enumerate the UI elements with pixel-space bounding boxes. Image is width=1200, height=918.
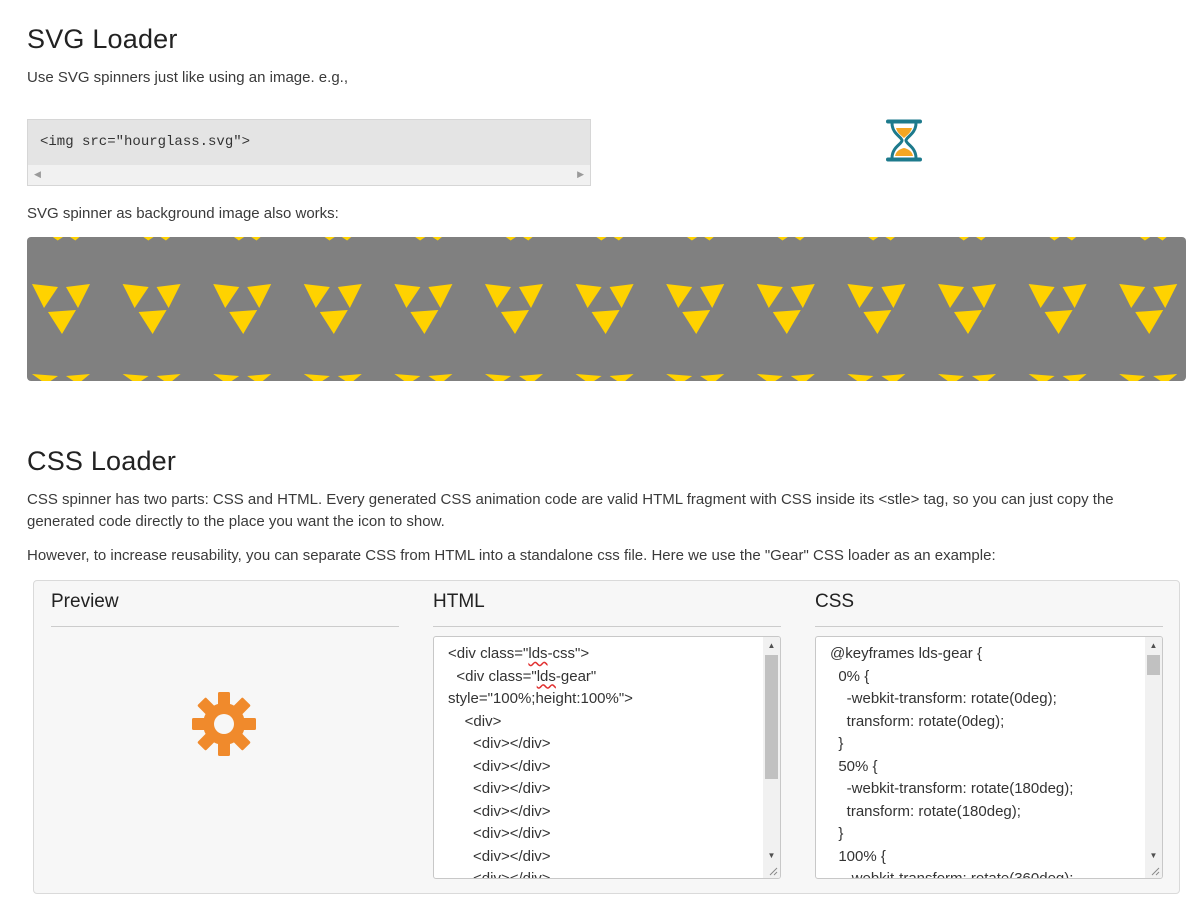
- scroll-left-icon[interactable]: ◀: [34, 169, 41, 180]
- triangle-spinner-partial: [1137, 237, 1170, 241]
- css-title: CSS: [815, 591, 855, 612]
- triangle-spinner-partial: [485, 374, 543, 381]
- code-line: style="100%;height:100%">: [448, 690, 633, 707]
- code-line: transform: rotate(180deg);: [830, 802, 1021, 820]
- triangle-spinner-partial: [32, 374, 90, 381]
- triangle-spinner-partial: [666, 374, 725, 381]
- code-line: <div></div>: [448, 847, 551, 865]
- code-line: }: [830, 735, 844, 752]
- resize-handle-icon[interactable]: [768, 866, 778, 876]
- code-sample-box[interactable]: <img src="hourglass.svg"> ◀ ▶: [27, 119, 591, 186]
- svg-loader-title: SVG Loader: [27, 24, 178, 54]
- triangle-spinner-partial: [1028, 374, 1087, 381]
- code-line: -webkit-transform: rotate(360deg);: [830, 870, 1074, 879]
- css-divider: [815, 626, 1163, 627]
- preview-title: Preview: [51, 591, 119, 612]
- triangle-spinner-partial: [684, 237, 717, 241]
- triangle-spinner-pattern: [32, 237, 1178, 381]
- triangle-spinner-partial: [938, 374, 996, 381]
- code-line: 50% {: [830, 757, 878, 775]
- code-sample: <img src="hourglass.svg">: [28, 120, 590, 165]
- triangle-spinner-partial: [122, 374, 181, 381]
- code-line: 0% {: [830, 667, 870, 685]
- triangle-spinner: [213, 284, 272, 334]
- gear-icon: [192, 692, 256, 756]
- code-line: <div class="lds-gear": [448, 667, 597, 685]
- triangle-spinner: [394, 284, 453, 334]
- svg-background-banner: [27, 237, 1186, 381]
- scroll-right-icon[interactable]: ▶: [577, 169, 584, 180]
- triangle-spinner-partial: [231, 237, 264, 241]
- triangle-spinner: [32, 284, 90, 334]
- code-line: <div></div>: [448, 757, 551, 775]
- triangle-spinner: [303, 284, 362, 334]
- triangle-spinner-partial: [412, 237, 445, 241]
- triangle-spinner-partial: [593, 237, 626, 241]
- css-code-text: @keyframes lds-gear { 0% { -webkit-trans…: [816, 637, 1140, 879]
- code-line: -webkit-transform: rotate(180deg);: [830, 780, 1074, 797]
- code-line: }: [830, 825, 844, 842]
- scroll-down-icon[interactable]: ▼: [763, 847, 780, 864]
- background-note: SVG spinner as background image also wor…: [27, 205, 339, 222]
- code-line: 100% {: [830, 847, 886, 865]
- scroll-down-icon[interactable]: ▼: [1145, 847, 1162, 864]
- triangle-spinner-partial: [213, 374, 272, 381]
- triangle-spinner-partial: [140, 237, 173, 241]
- triangle-spinner: [938, 284, 996, 334]
- triangle-spinner-partial: [956, 237, 988, 241]
- html-code-textarea[interactable]: <div class="lds-css"> <div class="lds-ge…: [433, 636, 781, 879]
- triangle-spinner: [1119, 284, 1178, 334]
- css-loader-demo-panel: Preview HTML <div class="lds-css"> <div …: [33, 580, 1180, 894]
- triangle-spinner-partial: [865, 237, 898, 241]
- code-line: <div></div>: [448, 870, 551, 879]
- triangle-spinner-partial: [756, 374, 815, 381]
- triangle-spinner-partial: [774, 237, 807, 241]
- html-scroll-thumb[interactable]: [765, 655, 778, 779]
- triangle-spinner: [847, 284, 906, 334]
- css-loader-title: CSS Loader: [27, 446, 177, 476]
- css-scroll-thumb[interactable]: [1147, 655, 1160, 675]
- code-line: <div></div>: [448, 825, 551, 842]
- css-vertical-scrollbar[interactable]: ▲ ▼: [1145, 637, 1162, 878]
- triangle-spinner-partial: [1046, 237, 1079, 241]
- css-loader-para1: CSS spinner has two parts: CSS and HTML.…: [27, 491, 1114, 530]
- resize-handle-icon[interactable]: [1150, 866, 1160, 876]
- triangle-spinner-partial: [575, 374, 634, 381]
- html-vertical-scrollbar[interactable]: ▲ ▼: [763, 637, 780, 878]
- triangle-spinner: [575, 284, 634, 334]
- triangle-spinner-partial: [394, 374, 453, 381]
- html-divider: [433, 626, 781, 627]
- code-line: <div></div>: [448, 735, 551, 752]
- triangle-spinner: [756, 284, 815, 334]
- triangle-spinner-partial: [321, 237, 354, 241]
- code-line: @keyframes lds-gear {: [830, 645, 982, 662]
- triangle-spinner: [122, 284, 181, 334]
- html-code-text: <div class="lds-css"> <div class="lds-ge…: [434, 637, 758, 879]
- triangle-spinner: [1028, 284, 1087, 334]
- code-line: -webkit-transform: rotate(0deg);: [830, 690, 1057, 707]
- code-line: <div></div>: [448, 780, 551, 797]
- svg-loader-intro: Use SVG spinners just like using an imag…: [27, 69, 348, 86]
- preview-divider: [51, 626, 399, 627]
- triangle-spinner-partial: [847, 374, 906, 381]
- triangle-spinner-partial: [1119, 374, 1178, 381]
- code-line: <div>: [448, 712, 502, 730]
- html-title: HTML: [433, 591, 485, 612]
- code-line: <div></div>: [448, 802, 551, 820]
- horizontal-scrollbar[interactable]: ◀ ▶: [28, 166, 590, 185]
- scroll-up-icon[interactable]: ▲: [1145, 637, 1162, 654]
- css-code-textarea[interactable]: @keyframes lds-gear { 0% { -webkit-trans…: [815, 636, 1163, 879]
- scroll-up-icon[interactable]: ▲: [763, 637, 780, 654]
- hourglass-icon: [886, 119, 922, 162]
- triangle-spinner-partial: [303, 374, 362, 381]
- code-line: <div class="lds-css">: [448, 645, 590, 662]
- triangle-spinner-partial: [50, 237, 82, 241]
- code-line: transform: rotate(0deg);: [830, 712, 1005, 730]
- triangle-spinner: [485, 284, 543, 334]
- triangle-spinner-partial: [503, 237, 535, 241]
- css-loader-para2: However, to increase reusability, you ca…: [27, 547, 996, 564]
- triangle-spinner: [666, 284, 725, 334]
